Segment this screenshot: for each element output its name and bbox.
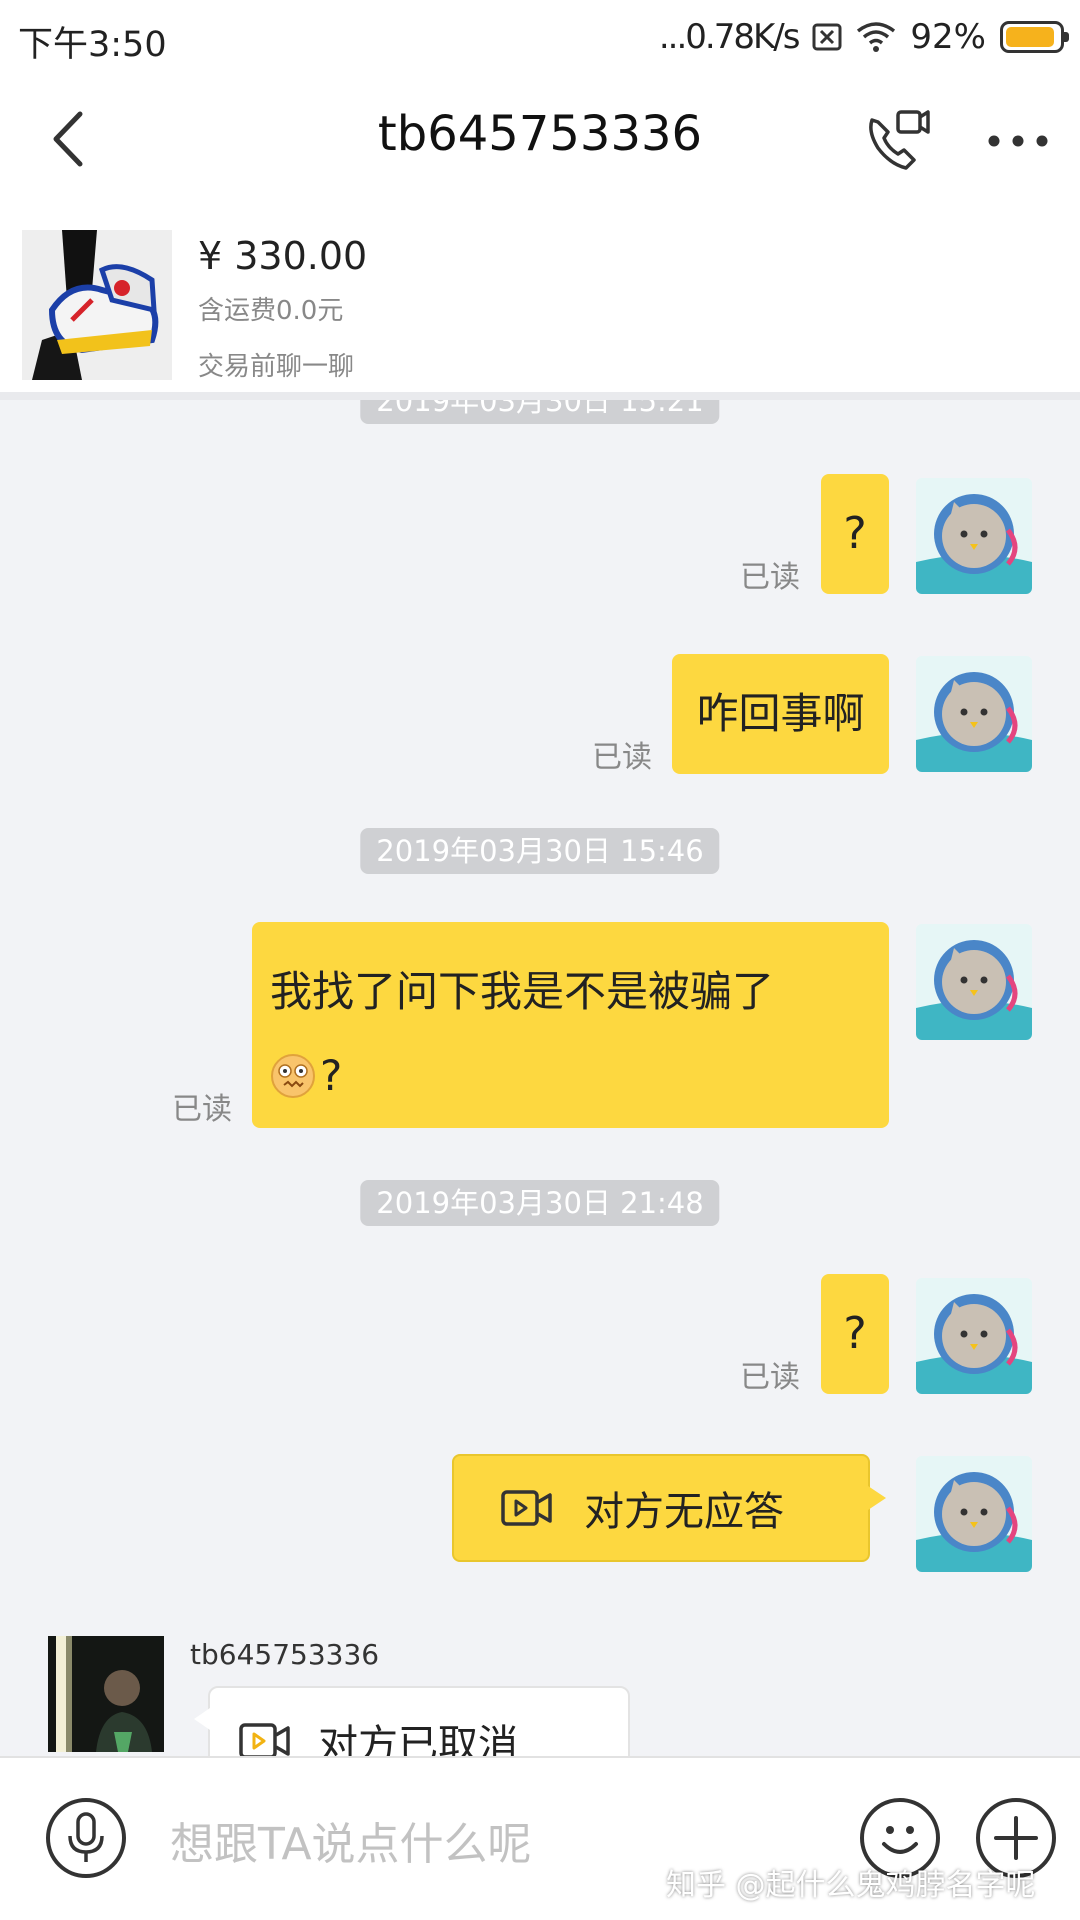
call-record-bubble-other[interactable]: 对方已取消 [194,1686,630,1756]
timestamp: 2019年03月30日 21:48 [360,1180,720,1226]
timestamp-partial: 2019年03月30日 15:21 [360,400,720,424]
message-input[interactable]: 想跟TA说点什么呢 [170,1808,532,1872]
shipping-note: 含运费0.0元 [198,296,344,326]
read-status: 已读 [740,560,800,595]
chat-before-trade: 交易前聊一聊 [198,352,355,382]
my-avatar[interactable] [916,924,1032,1040]
message-bubble[interactable]: 咋回事啊 [672,654,889,774]
my-avatar[interactable] [916,478,1032,594]
call-record-bubble[interactable]: 对方无应答 [452,1454,886,1562]
more-button[interactable] [984,116,1052,166]
read-status: 已读 [172,1092,232,1127]
sim-off-icon [812,23,842,51]
cat-avatar-icon [916,478,1032,594]
chat-header: tb645753336 [0,76,1080,204]
cat-avatar-icon [916,1278,1032,1394]
shocked-face-emoji-icon [271,1054,315,1098]
more-dots-icon [988,135,1048,147]
my-avatar[interactable] [916,1456,1032,1572]
microphone-icon [68,1812,104,1862]
message-line: 我找了问下我是不是被骗了 [270,967,775,1016]
cat-avatar-icon [916,656,1032,772]
status-bar: 下午3:50 ...0.78K/s 92% [0,0,1080,76]
video-call-icon [869,110,930,170]
sneaker-image [22,230,172,380]
call-status-text: 对方已取消 [318,1722,518,1756]
battery-percent: 92% [910,17,986,57]
cat-avatar-icon [916,1456,1032,1572]
video-call-button[interactable] [862,102,934,174]
voice-button[interactable] [46,1798,126,1878]
message-text: ? [320,1051,343,1100]
message-bubble[interactable]: 我找了问下我是不是被骗了 ? [252,922,889,1128]
read-status: 已读 [740,1360,800,1395]
status-right: ...0.78K/s 92% [658,14,1069,60]
other-avatar[interactable] [48,1636,164,1752]
product-price: ¥ 330.00 [198,234,368,278]
other-username: tb645753336 [190,1638,380,1671]
battery-fill [1006,27,1054,47]
video-camera-icon [501,1490,552,1526]
watermark: 知乎 @起什么鬼鸡脖名字呢 [666,1868,1036,1903]
person-photo-avatar [48,1636,164,1752]
message-bubble[interactable]: ? [821,474,889,594]
video-camera-icon [239,1723,290,1756]
battery-icon [1000,21,1069,53]
timestamp: 2019年03月30日 15:46 [360,828,720,874]
cat-avatar-icon [916,924,1032,1040]
call-status-text: 对方无应答 [584,1489,784,1535]
wifi-icon [857,22,896,52]
chat-messages[interactable]: 2019年03月30日 15:21 已读 ? 已读 咋回事啊 2019年03月3… [0,400,1080,1756]
read-status: 已读 [592,740,652,775]
message-line-2: ? [270,1034,871,1118]
network-speed: ...0.78K/s [658,17,801,57]
message-bubble[interactable]: ? [821,1274,889,1394]
my-avatar[interactable] [916,1278,1032,1394]
input-bar: 想跟TA说点什么呢 知乎 @起什么鬼鸡脖名字呢 [0,1756,1080,1920]
status-time: 下午3:50 [18,25,167,65]
my-avatar[interactable] [916,656,1032,772]
product-image[interactable] [22,230,172,380]
product-card[interactable]: ¥ 330.00 含运费0.0元 交易前聊一聊 [0,204,1080,400]
